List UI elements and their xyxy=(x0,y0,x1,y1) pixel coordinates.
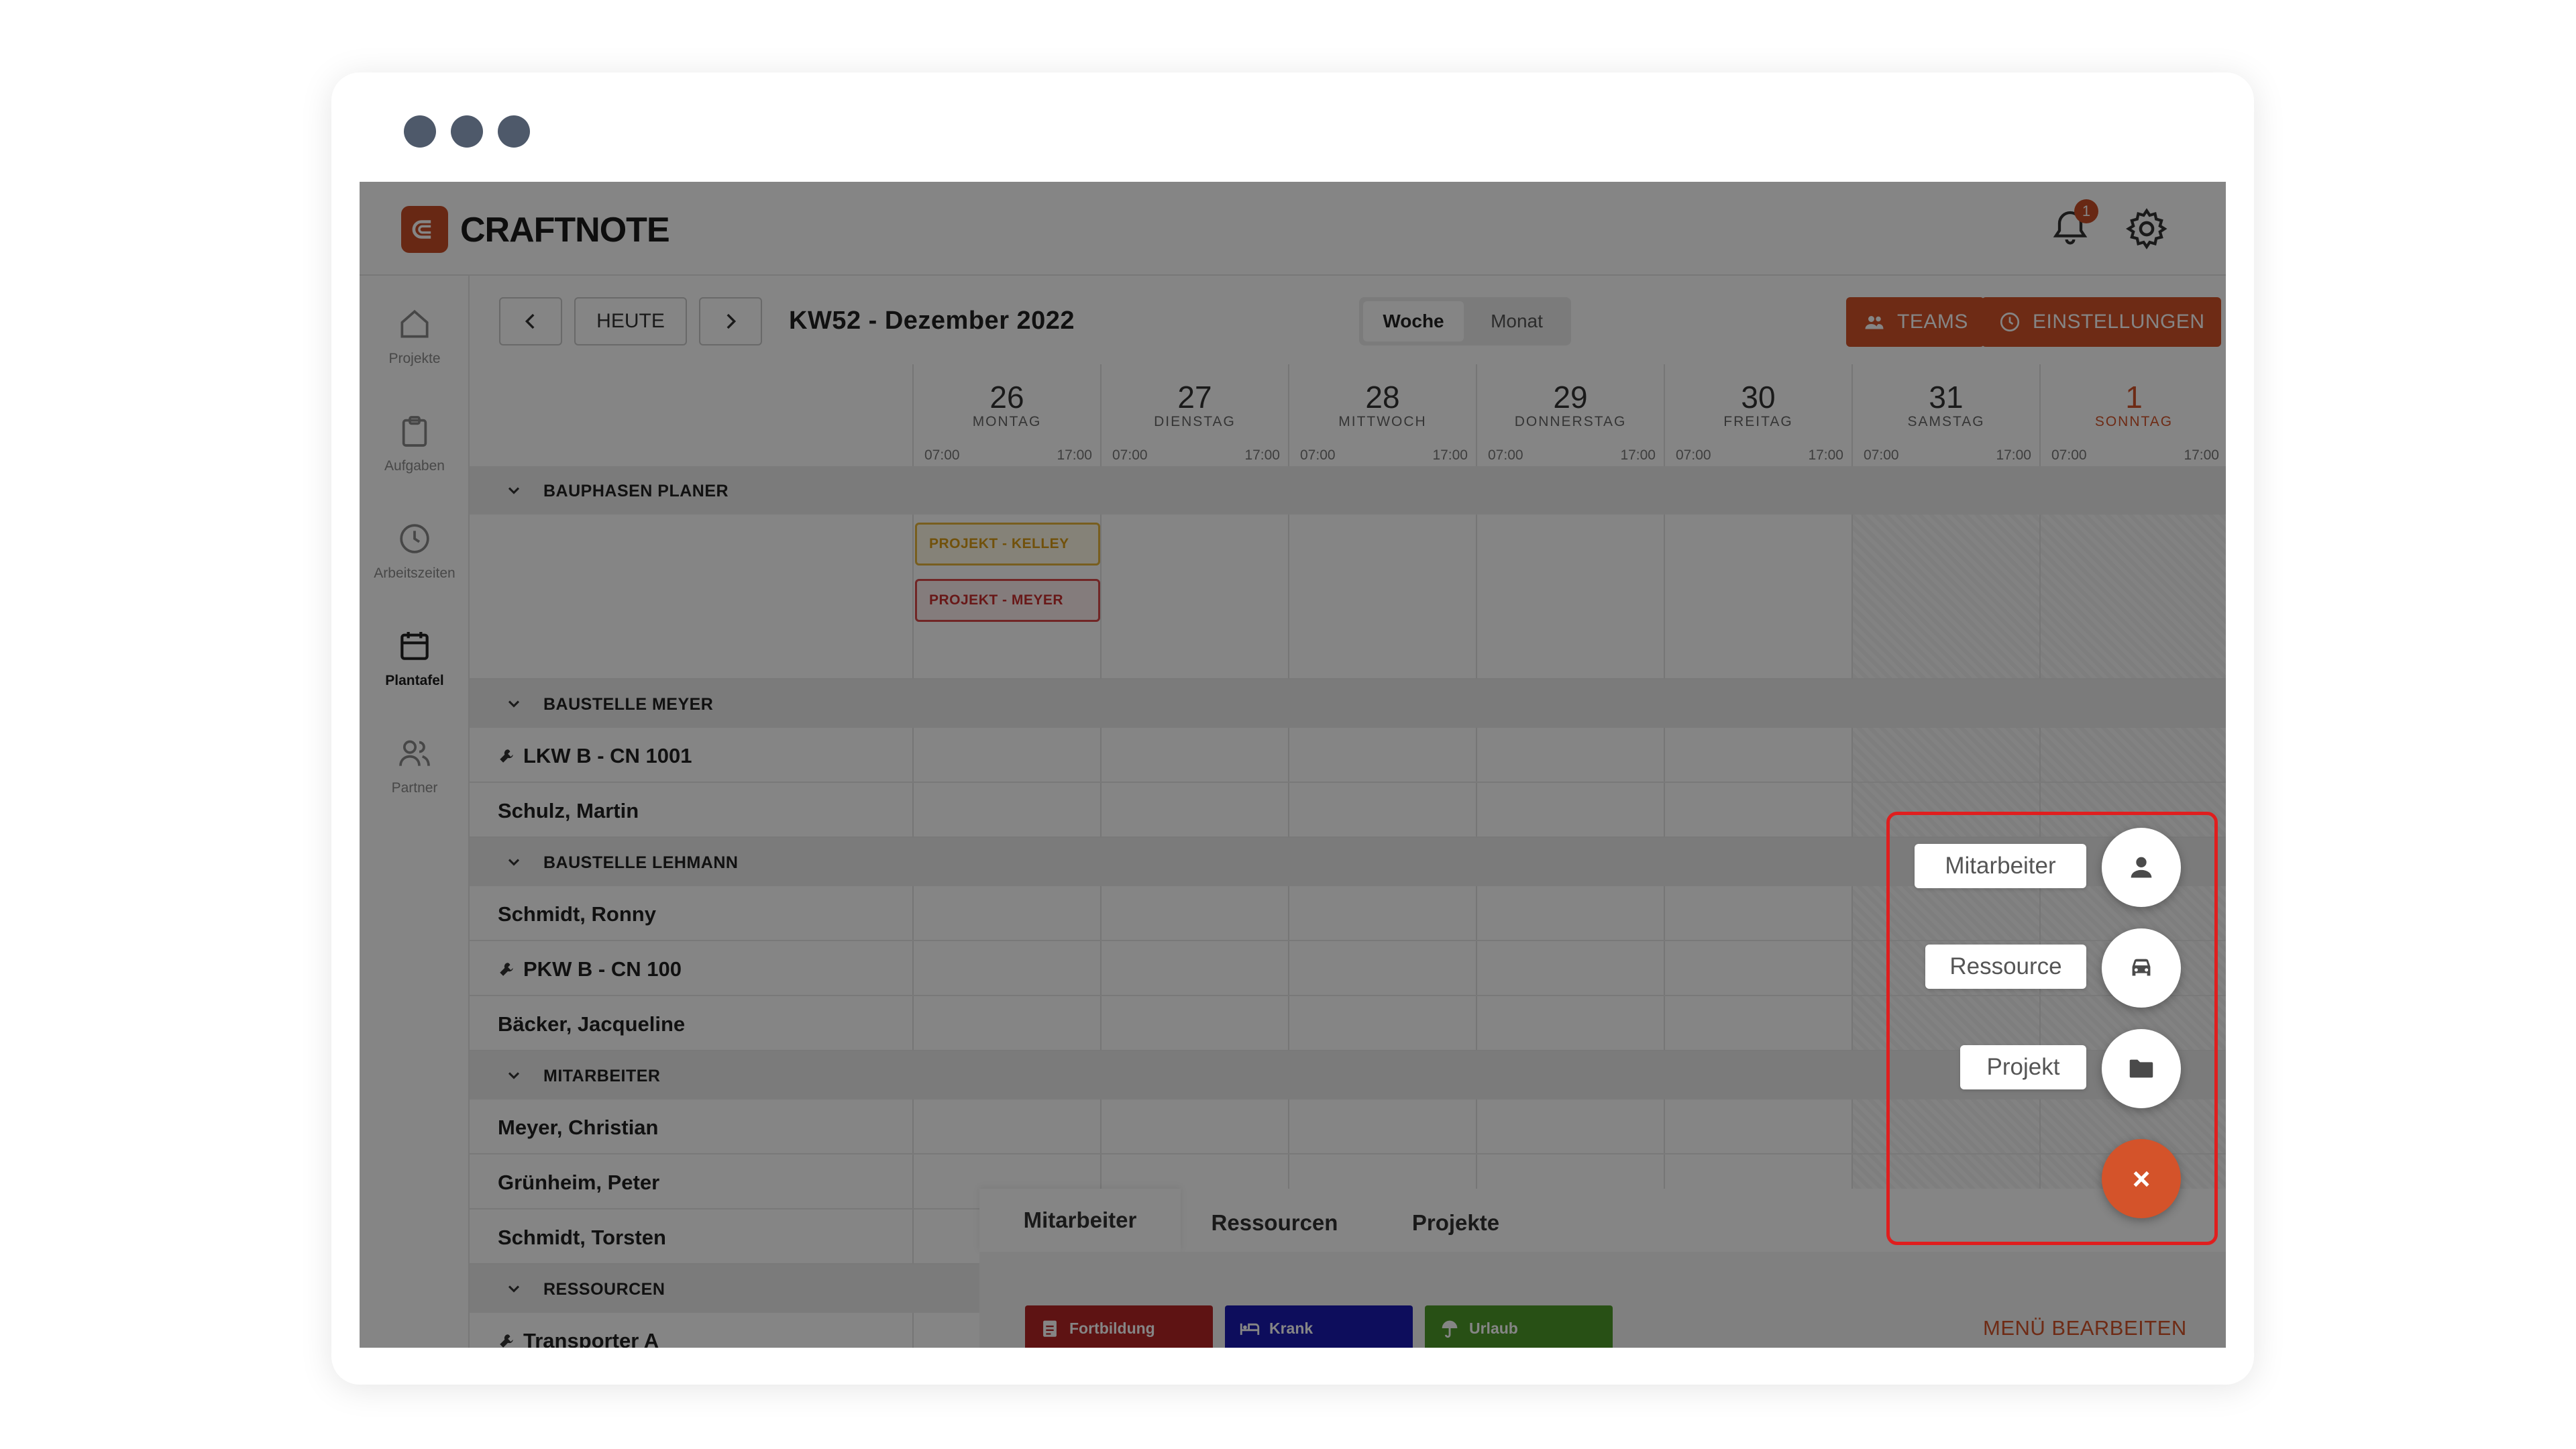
window-dot-2 xyxy=(451,115,483,148)
window-dot-3 xyxy=(498,115,530,148)
fab-label-employee[interactable]: Mitarbeiter xyxy=(1915,844,2086,888)
close-fab-button[interactable]: × xyxy=(2102,1139,2181,1218)
fab-label-resource[interactable]: Ressource xyxy=(1925,945,2086,989)
person-icon xyxy=(2131,857,2152,878)
fab-label-project[interactable]: Projekt xyxy=(1960,1045,2086,1089)
window-dot-1 xyxy=(404,115,436,148)
add-employee-button[interactable] xyxy=(2102,828,2181,907)
car-icon xyxy=(2132,959,2151,976)
folder-icon xyxy=(2129,1059,2153,1078)
add-project-button[interactable] xyxy=(2102,1029,2181,1108)
add-resource-button[interactable] xyxy=(2102,928,2181,1008)
